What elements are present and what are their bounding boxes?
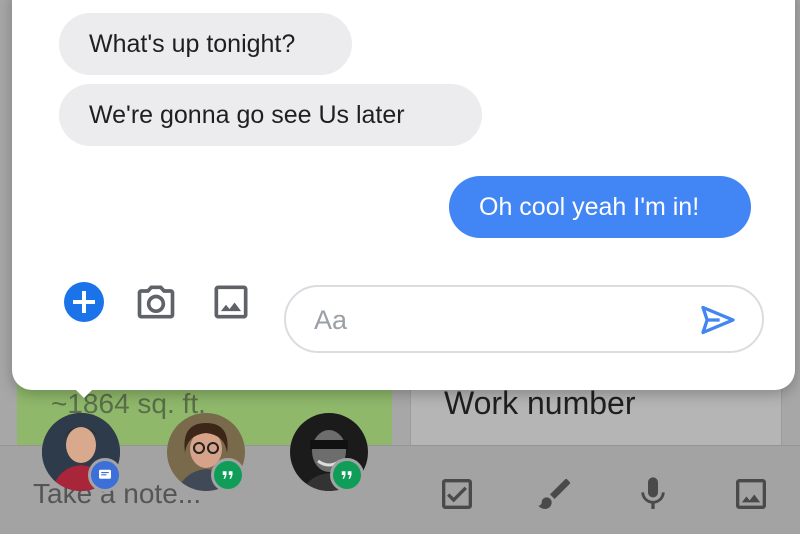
camera-icon[interactable] <box>134 280 178 324</box>
quote-icon <box>222 471 233 479</box>
message-incoming: What's up tonight? <box>59 13 352 75</box>
message-outgoing: Oh cool yeah I'm in! <box>449 176 751 238</box>
chat-window: What's up tonight? We're gonna go see Us… <box>12 0 795 390</box>
mic-icon[interactable] <box>633 474 673 514</box>
brush-icon[interactable] <box>535 474 575 514</box>
message-text: What's up tonight? <box>89 30 296 58</box>
message-incoming: We're gonna go see Us later <box>59 84 482 146</box>
add-button[interactable] <box>64 282 104 322</box>
quote-icon <box>341 471 352 479</box>
image-icon[interactable] <box>731 474 771 514</box>
checkbox-icon[interactable] <box>437 474 477 514</box>
messages-badge <box>88 458 122 492</box>
message-text: We're gonna go see Us later <box>89 101 405 129</box>
message-icon <box>99 469 111 479</box>
message-input-container <box>284 285 764 353</box>
add-icon <box>73 291 95 313</box>
send-icon[interactable] <box>698 300 738 340</box>
hangouts-badge <box>211 458 245 492</box>
gallery-icon[interactable] <box>209 280 253 324</box>
note-title: Work number <box>444 385 636 421</box>
hangouts-badge <box>330 458 364 492</box>
message-input[interactable] <box>312 299 686 341</box>
message-text: Oh cool yeah I'm in! <box>479 193 700 221</box>
chat-pointer <box>74 388 94 398</box>
